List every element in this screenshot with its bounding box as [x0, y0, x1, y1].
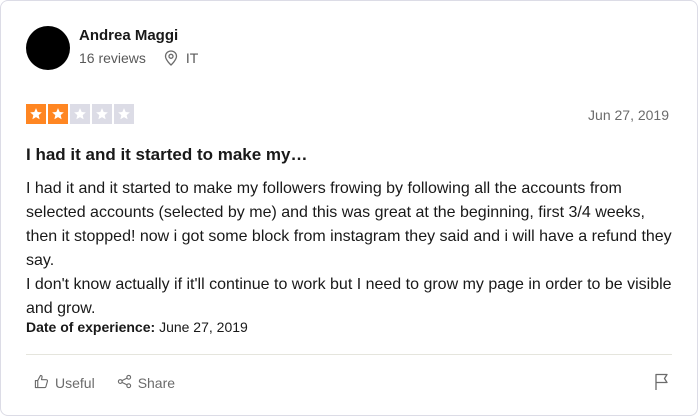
star-icon: [26, 104, 46, 124]
flag-icon[interactable]: [654, 373, 670, 391]
experience-date: June 27, 2019: [159, 319, 248, 335]
useful-label: Useful: [55, 375, 95, 391]
useful-button[interactable]: Useful: [34, 374, 95, 392]
location-pin-icon: [164, 50, 178, 66]
star-icon: [114, 104, 134, 124]
review-body: I had it and it started to make my follo…: [26, 177, 676, 321]
star-icon: [70, 104, 90, 124]
review-paragraph: I had it and it started to make my follo…: [26, 180, 672, 269]
review-date: Jun 27, 2019: [588, 107, 669, 123]
star-icon: [92, 104, 112, 124]
consumer-meta: 16 reviews IT: [79, 50, 198, 66]
share-button[interactable]: Share: [117, 374, 175, 392]
thumbs-up-icon: [34, 374, 49, 392]
experience-label: Date of experience:: [26, 319, 156, 335]
review-card: Andrea Maggi 16 reviews IT Jun 27, 2019 …: [0, 0, 698, 416]
star-icon: [48, 104, 68, 124]
reviews-count: 16 reviews: [79, 50, 146, 66]
share-icon: [117, 374, 132, 392]
review-paragraph: I don't know actually if it'll continue …: [26, 276, 672, 317]
divider: [26, 354, 672, 355]
avatar[interactable]: [26, 26, 70, 70]
star-rating: [26, 104, 134, 124]
consumer-country: IT: [185, 50, 199, 66]
review-actions: Useful Share: [34, 374, 175, 392]
consumer-name[interactable]: Andrea Maggi: [79, 27, 178, 44]
date-of-experience: Date of experience: June 27, 2019: [26, 319, 248, 335]
share-label: Share: [137, 375, 176, 391]
review-title[interactable]: I had it and it started to make my…: [26, 145, 308, 165]
